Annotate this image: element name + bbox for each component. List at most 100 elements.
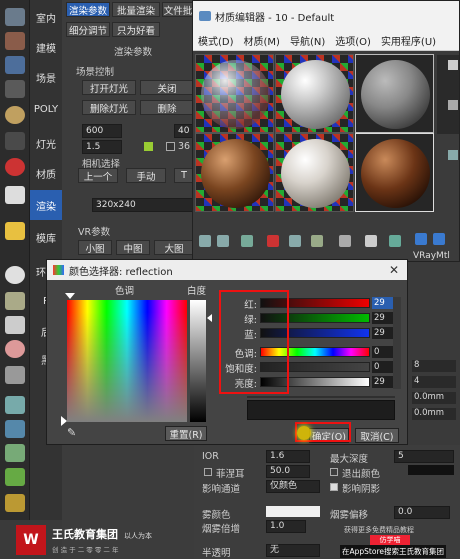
teapot-tool-icon[interactable] bbox=[5, 292, 25, 310]
cancel-button[interactable]: 取消(C) bbox=[355, 428, 399, 443]
side-icon-3[interactable] bbox=[448, 150, 458, 160]
menu-mode[interactable]: 模式(D) bbox=[198, 33, 234, 48]
close-light-button[interactable]: 关闭 bbox=[140, 80, 194, 95]
tab-looks-good[interactable]: 只为好看 bbox=[112, 22, 160, 37]
fog-offset-input[interactable]: 0.0 bbox=[394, 506, 450, 519]
tab-modeling[interactable]: 建模 bbox=[30, 32, 62, 62]
document-tool-icon[interactable] bbox=[5, 186, 25, 204]
hue-marker-icon[interactable] bbox=[65, 293, 75, 299]
right-value-1[interactable]: 8 bbox=[412, 360, 456, 372]
material-slot-2[interactable] bbox=[275, 54, 354, 133]
tab-subdivision[interactable]: 细分调节 bbox=[66, 22, 110, 37]
tab-indoor[interactable]: 室内 bbox=[30, 2, 62, 32]
light-bulb-icon[interactable] bbox=[5, 106, 25, 124]
t-button[interactable]: T bbox=[174, 168, 194, 183]
hue-value[interactable]: 0 bbox=[372, 346, 394, 358]
cone-tool-icon[interactable] bbox=[5, 316, 25, 334]
fog-color-swatch[interactable] bbox=[266, 506, 320, 517]
exit-color-checkbox[interactable] bbox=[330, 468, 338, 476]
tab-file-batch[interactable]: 文件批 bbox=[162, 2, 194, 17]
color-swatch-icon[interactable] bbox=[144, 142, 153, 151]
color-spectrum[interactable] bbox=[67, 300, 187, 422]
sun-tool-icon[interactable] bbox=[5, 340, 25, 358]
scale-tool-icon[interactable] bbox=[5, 32, 25, 50]
particle-tool-icon[interactable] bbox=[5, 396, 25, 414]
fresnel-input[interactable]: 50.0 bbox=[266, 465, 310, 478]
fresnel-checkbox[interactable] bbox=[204, 468, 212, 476]
put-library-icon[interactable] bbox=[339, 235, 351, 247]
reset-map-icon[interactable] bbox=[267, 235, 279, 247]
saturation-value[interactable]: 0 bbox=[372, 361, 394, 373]
tab-model-library[interactable]: 模库 bbox=[30, 222, 62, 252]
tab-poly[interactable]: POLY bbox=[30, 94, 62, 124]
tab-render-params[interactable]: 渲染参数 bbox=[66, 2, 110, 17]
menu-navigation[interactable]: 导航(N) bbox=[290, 33, 325, 48]
blue-value[interactable]: 29 bbox=[372, 327, 394, 339]
affect-channel-select[interactable]: 仅颜色 bbox=[266, 480, 320, 493]
tab-render[interactable]: 渲染 bbox=[30, 190, 62, 220]
right-value-4[interactable]: 0.0mm bbox=[412, 408, 456, 420]
reset-button[interactable]: 重置(R) bbox=[165, 426, 207, 441]
folder-tool-icon[interactable] bbox=[5, 222, 25, 240]
menu-utilities[interactable]: 实用程序(U) bbox=[381, 33, 436, 48]
camera-tool-icon[interactable] bbox=[5, 132, 25, 150]
right-value-3[interactable]: 0.0mm bbox=[412, 392, 456, 404]
grid-tool-icon[interactable] bbox=[5, 80, 25, 98]
tab-batch-render[interactable]: 批量渲染 bbox=[112, 2, 160, 17]
small-size-button[interactable]: 小图 bbox=[78, 240, 112, 255]
checkbox-36[interactable] bbox=[166, 142, 175, 151]
red-value[interactable]: 29 bbox=[372, 297, 394, 309]
slider-scroll[interactable] bbox=[393, 297, 401, 389]
value-value[interactable]: 29 bbox=[372, 376, 394, 388]
unique-icon[interactable] bbox=[311, 235, 323, 247]
show-map-icon[interactable] bbox=[365, 235, 377, 247]
value-input-40[interactable]: 40 bbox=[174, 124, 194, 138]
lamp-tool-icon[interactable] bbox=[5, 366, 25, 384]
material-slot-1[interactable] bbox=[195, 54, 274, 133]
material-slot-4[interactable] bbox=[195, 133, 274, 212]
green-value[interactable]: 29 bbox=[372, 312, 394, 324]
tab-lighting[interactable]: 灯光 bbox=[30, 128, 62, 158]
exit-color-swatch[interactable] bbox=[408, 465, 454, 475]
assign-material-icon[interactable] bbox=[241, 235, 253, 247]
menu-material[interactable]: 材质(M) bbox=[244, 33, 280, 48]
affect-shadow-checkbox[interactable] bbox=[330, 483, 338, 491]
material-slot-5[interactable] bbox=[275, 133, 354, 212]
whiteness-bar[interactable] bbox=[190, 300, 206, 422]
list-tool-icon[interactable] bbox=[5, 56, 25, 74]
go-sibling-icon[interactable] bbox=[433, 233, 445, 245]
blackness-marker-icon[interactable] bbox=[61, 416, 67, 426]
select-tool-icon[interactable] bbox=[5, 8, 25, 26]
prev-camera-button[interactable]: 上一个 bbox=[78, 168, 118, 183]
manual-button[interactable]: 手动 bbox=[126, 168, 166, 183]
show-result-icon[interactable] bbox=[389, 235, 401, 247]
whiteness-marker-icon[interactable] bbox=[207, 314, 212, 322]
close-icon[interactable]: ✕ bbox=[389, 263, 399, 277]
go-parent-icon[interactable] bbox=[415, 233, 427, 245]
material-slot-6[interactable] bbox=[355, 133, 434, 212]
plant-tool-icon[interactable] bbox=[5, 468, 25, 486]
tab-scene[interactable]: 场景 bbox=[30, 62, 62, 92]
value-input-1[interactable]: 600 bbox=[82, 124, 122, 138]
side-icon-1[interactable] bbox=[448, 60, 458, 70]
render-tool-icon[interactable] bbox=[5, 158, 25, 176]
size-input[interactable]: 320x240 bbox=[92, 198, 194, 212]
max-depth-input[interactable]: 5 bbox=[394, 450, 454, 463]
ior-input[interactable]: 1.6 bbox=[266, 450, 310, 463]
get-material-icon[interactable] bbox=[199, 235, 211, 247]
delete-other-button[interactable]: 删除 bbox=[140, 100, 194, 115]
sphere-tool-icon[interactable] bbox=[5, 266, 25, 284]
tab-material[interactable]: 材质 bbox=[30, 158, 62, 188]
right-value-2[interactable]: 4 bbox=[412, 376, 456, 388]
medium-size-button[interactable]: 中图 bbox=[116, 240, 150, 255]
side-icon-2[interactable] bbox=[448, 100, 458, 110]
copy-material-icon[interactable] bbox=[289, 235, 301, 247]
molecule-tool-icon[interactable] bbox=[5, 420, 25, 438]
delete-light-button[interactable]: 删除灯光 bbox=[82, 100, 136, 115]
atom-tool-icon[interactable] bbox=[5, 444, 25, 462]
put-material-icon[interactable] bbox=[217, 235, 229, 247]
large-size-button[interactable]: 大图 bbox=[154, 240, 194, 255]
material-slot-3[interactable] bbox=[355, 54, 434, 133]
brush-tool-icon[interactable] bbox=[5, 494, 25, 512]
open-light-button[interactable]: 打开灯光 bbox=[82, 80, 136, 95]
